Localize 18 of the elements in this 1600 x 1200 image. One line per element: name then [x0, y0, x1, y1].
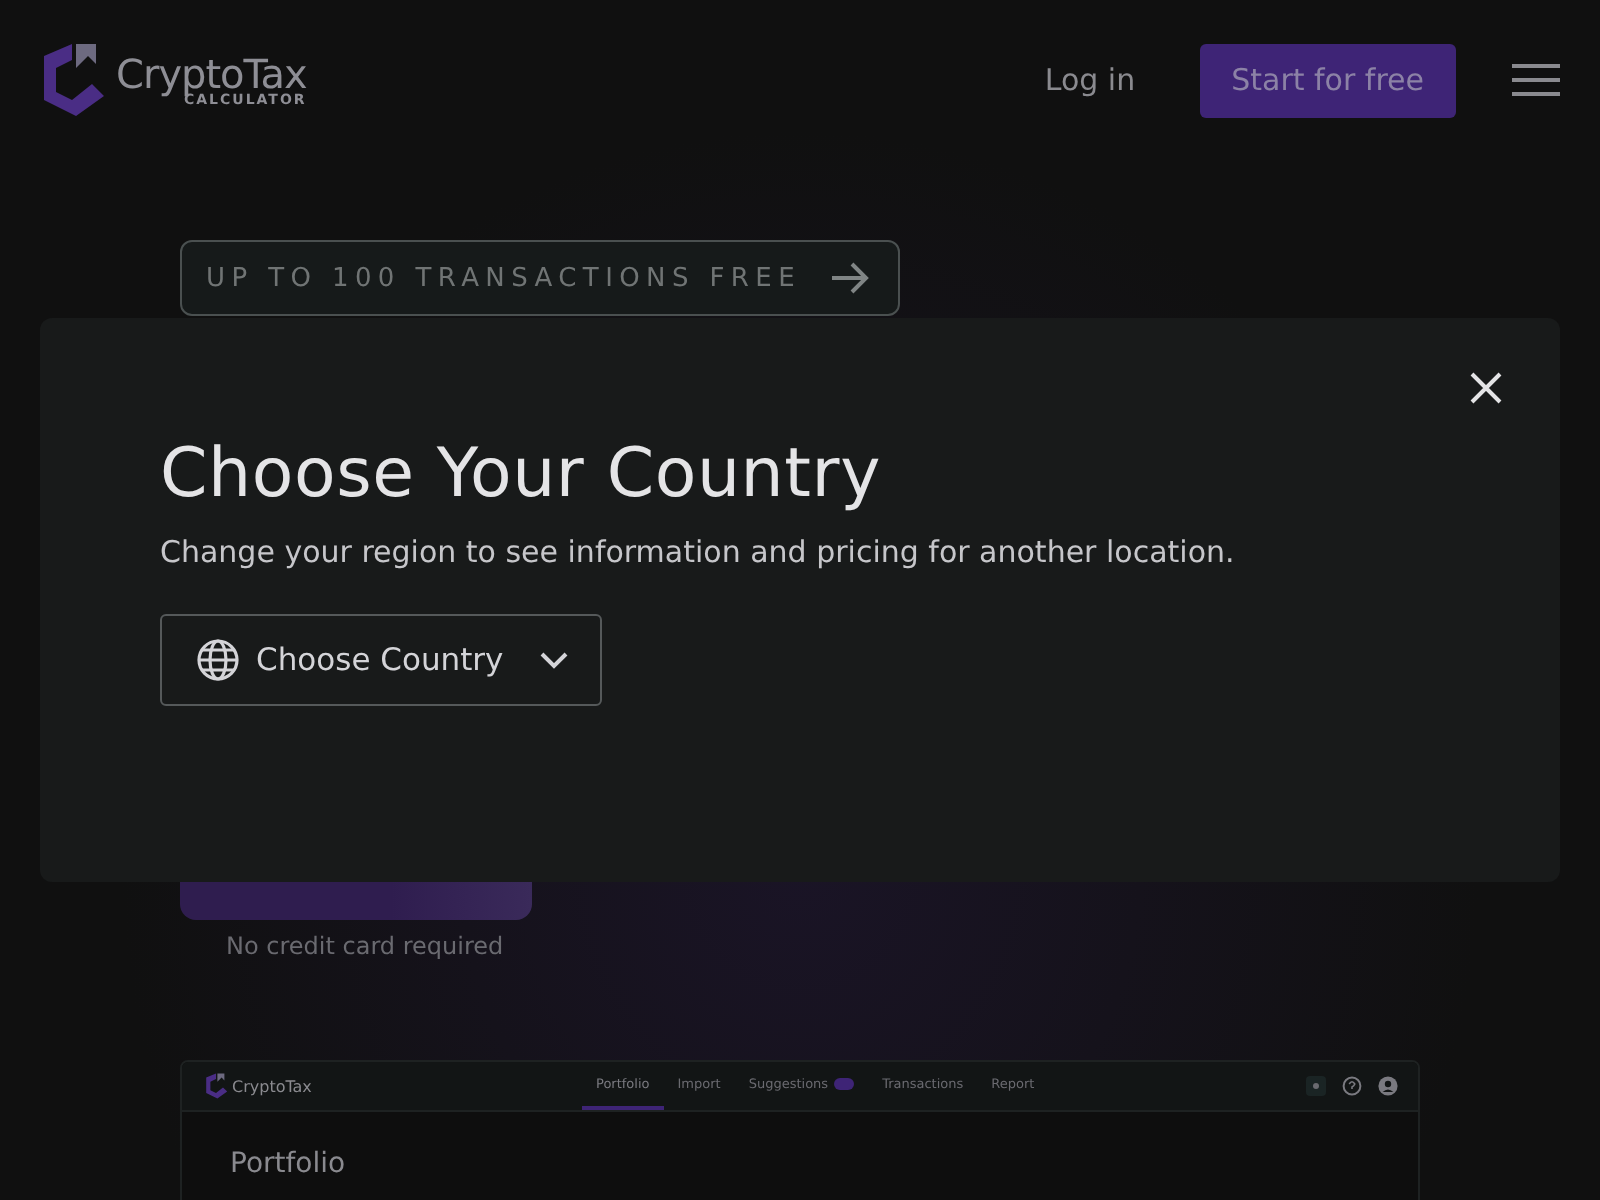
- globe-icon: [196, 638, 240, 682]
- free-transactions-link[interactable]: UP TO 100 TRANSACTIONS FREE: [180, 240, 900, 316]
- account-icon[interactable]: [1378, 1076, 1398, 1096]
- logo-icon: [202, 1072, 230, 1100]
- menu-icon[interactable]: [1512, 64, 1560, 96]
- modal-description: Change your region to see information and pricing for another location.: [160, 534, 1237, 570]
- login-link[interactable]: Log in: [1032, 60, 1148, 100]
- modal-title: Choose Your Country: [160, 434, 883, 514]
- arrow-right-icon: [829, 262, 869, 294]
- no-credit-card-note: No credit card required: [226, 932, 506, 960]
- portfolio-heading: Portfolio: [230, 1148, 348, 1180]
- start-free-button[interactable]: Start for free: [1199, 43, 1456, 117]
- logo-text: CryptoTax: [116, 53, 307, 93]
- close-icon[interactable]: [1468, 370, 1504, 406]
- chevron-down-icon: [540, 651, 568, 669]
- app-logo-text: CryptoTax: [232, 1077, 312, 1095]
- country-select[interactable]: Choose Country: [160, 614, 602, 706]
- help-icon[interactable]: [1342, 1076, 1362, 1096]
